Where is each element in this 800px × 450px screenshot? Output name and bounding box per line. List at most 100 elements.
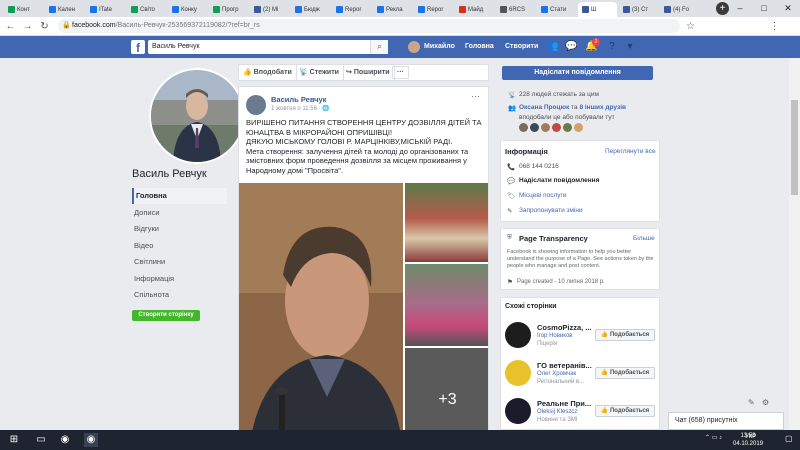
page-nav-item[interactable]: Відгуки [132,221,227,237]
info-see-all-link[interactable]: Переглянути все [605,148,656,155]
post-photo-3[interactable] [405,264,488,346]
windows-start-icon[interactable]: ⊞ [7,433,21,447]
friend-avatar[interactable] [563,123,572,132]
post-timestamp[interactable]: 1 жовтня о 11:56 · 🌐 [271,105,330,112]
search-input[interactable]: Василь Ревчук ⌕ [148,40,388,54]
similar-page-like-button[interactable]: 👍 Подобається [595,367,655,379]
similar-page-item: ГО ветеранів... Олег Хромчак Регіональний… [501,358,659,394]
friend-avatar[interactable] [519,123,528,132]
like-page-button[interactable]: 👍 Вподобати [239,65,297,80]
browser-tab[interactable]: Стати [537,2,576,17]
messenger-small-icon: 💬 [507,178,516,185]
browser-tab[interactable]: Рекла [373,2,412,17]
similar-page-like-button[interactable]: 👍 Подобається [595,405,655,417]
tab-favicon-icon [49,6,56,13]
transparency-more-link[interactable]: Більше [633,235,655,242]
friends-icon[interactable]: 👥 [546,41,558,53]
page-nav-item[interactable]: Світлини [132,254,227,270]
chrome-active-taskbar-icon[interactable]: ◉ [84,433,98,447]
similar-page-friend[interactable]: Ігор Новиков [537,333,573,339]
similar-page-name[interactable]: ГО ветеранів... [537,361,592,370]
post-photo-2[interactable] [405,183,488,262]
page-nav-item[interactable]: Головна [132,188,227,204]
similar-page-avatar[interactable] [505,398,531,424]
chrome-taskbar-icon[interactable]: ◉ [58,433,72,447]
tab-favicon-icon [295,6,302,13]
browser-tab[interactable]: Repor [332,2,371,17]
system-clock[interactable]: 13:58 04.10.2019 [733,432,763,448]
nav-create[interactable]: Створити [505,43,538,50]
tab-favicon-icon [582,6,589,13]
more-button[interactable]: ··· [392,66,409,79]
compose-icon[interactable]: ✎ [748,398,755,407]
search-icon[interactable]: ⌕ [370,40,388,54]
maximize-icon[interactable]: □ [752,0,776,17]
notifications-tray-icon[interactable]: ▢ [785,434,793,443]
browser-tab[interactable]: Repor [414,2,453,17]
browser-tab[interactable]: Прогр [209,2,248,17]
nav-home[interactable]: Головна [465,43,494,50]
close-icon[interactable]: ✕ [776,0,800,17]
star-icon[interactable]: ☆ [684,20,697,33]
menu-icon[interactable]: ⋮ [768,20,781,33]
share-button[interactable]: ↪ Поширити [342,65,395,80]
page-nav-item[interactable]: Відео [132,238,227,254]
friend-avatar[interactable] [530,123,539,132]
browser-tab[interactable]: ITate [86,2,125,17]
page-profile-picture[interactable] [149,68,245,164]
browser-tab[interactable]: Конку [168,2,207,17]
similar-page-avatar[interactable] [505,360,531,386]
browser-tab[interactable]: Майд [455,2,494,17]
messenger-icon[interactable]: 💬 [565,41,577,53]
post-author-avatar[interactable] [246,95,266,115]
friend-avatar[interactable] [541,123,550,132]
browser-tab[interactable]: Кален [45,2,84,17]
browser-tab[interactable]: (4) Fo [660,2,699,17]
phone-number[interactable]: 068 144 0216 [519,163,559,170]
browser-tab[interactable]: Бюдж [291,2,330,17]
help-icon[interactable]: ? [606,41,618,53]
back-icon[interactable]: ← [4,20,17,33]
post-author[interactable]: Василь Ревчук [271,95,326,104]
browser-tab[interactable]: (3) Ст [619,2,658,17]
tray-icons[interactable]: ⌃ ▭ ♪ [705,434,722,441]
url-input[interactable]: 🔒 facebook.com/Василь-Ревчук-25356937211… [58,19,680,33]
browser-tab[interactable]: Конт [4,2,43,17]
page-nav-item[interactable]: Дописи [132,205,227,221]
friends-icon: 👥 [508,105,517,112]
post-menu-button[interactable]: ··· [471,91,480,101]
browser-tab[interactable]: Ш [578,2,617,17]
browser-tab[interactable]: 6RCS [496,2,535,17]
friends-likes-note: вподобали це або побували тут [519,114,615,121]
account-menu-icon[interactable]: ▾ [624,41,636,53]
friend-avatar[interactable] [574,123,583,132]
similar-page-friend[interactable]: Oleksij Kleszcz [537,409,577,415]
send-message-link[interactable]: Надіслати повідомлення [519,177,599,184]
page-nav-item[interactable]: Спільнота [132,287,227,303]
similar-page-friend[interactable]: Олег Хромчак [537,371,576,377]
chat-bar[interactable]: Чат (658) присутніх [668,412,784,430]
suggest-edits-link[interactable]: Запропонувати зміни [519,207,583,214]
facebook-logo-icon[interactable]: f [131,40,145,55]
page-nav-item[interactable]: Інформація [132,271,227,287]
forward-icon[interactable]: → [21,20,34,33]
user-avatar[interactable] [408,41,420,53]
minimize-icon[interactable]: – [728,0,752,17]
chat-settings-icon[interactable]: ⚙ [762,398,769,407]
follow-button[interactable]: 📡 Стежити [295,65,344,80]
similar-page-name[interactable]: CosmoPizza, ... [537,323,592,332]
task-view-icon[interactable]: ▭ [34,433,48,447]
profile-link[interactable]: Михайло [424,43,455,50]
browser-tab[interactable]: (2) Мі [250,2,289,17]
post-photo-main[interactable] [239,183,403,449]
friend-avatar[interactable] [552,123,561,132]
similar-page-like-button[interactable]: 👍 Подобається [595,329,655,341]
local-services-link[interactable]: Місцеві послуги [519,192,567,199]
scrollbar-thumb[interactable] [791,100,798,195]
reload-icon[interactable]: ↻ [38,20,51,33]
create-page-button[interactable]: Створити сторінку [132,310,200,321]
similar-page-avatar[interactable] [505,322,531,348]
send-message-button[interactable]: Надіслати повідомлення [502,66,653,80]
similar-page-name[interactable]: Реальне При... [537,399,591,408]
browser-tab[interactable]: Світо [127,2,166,17]
